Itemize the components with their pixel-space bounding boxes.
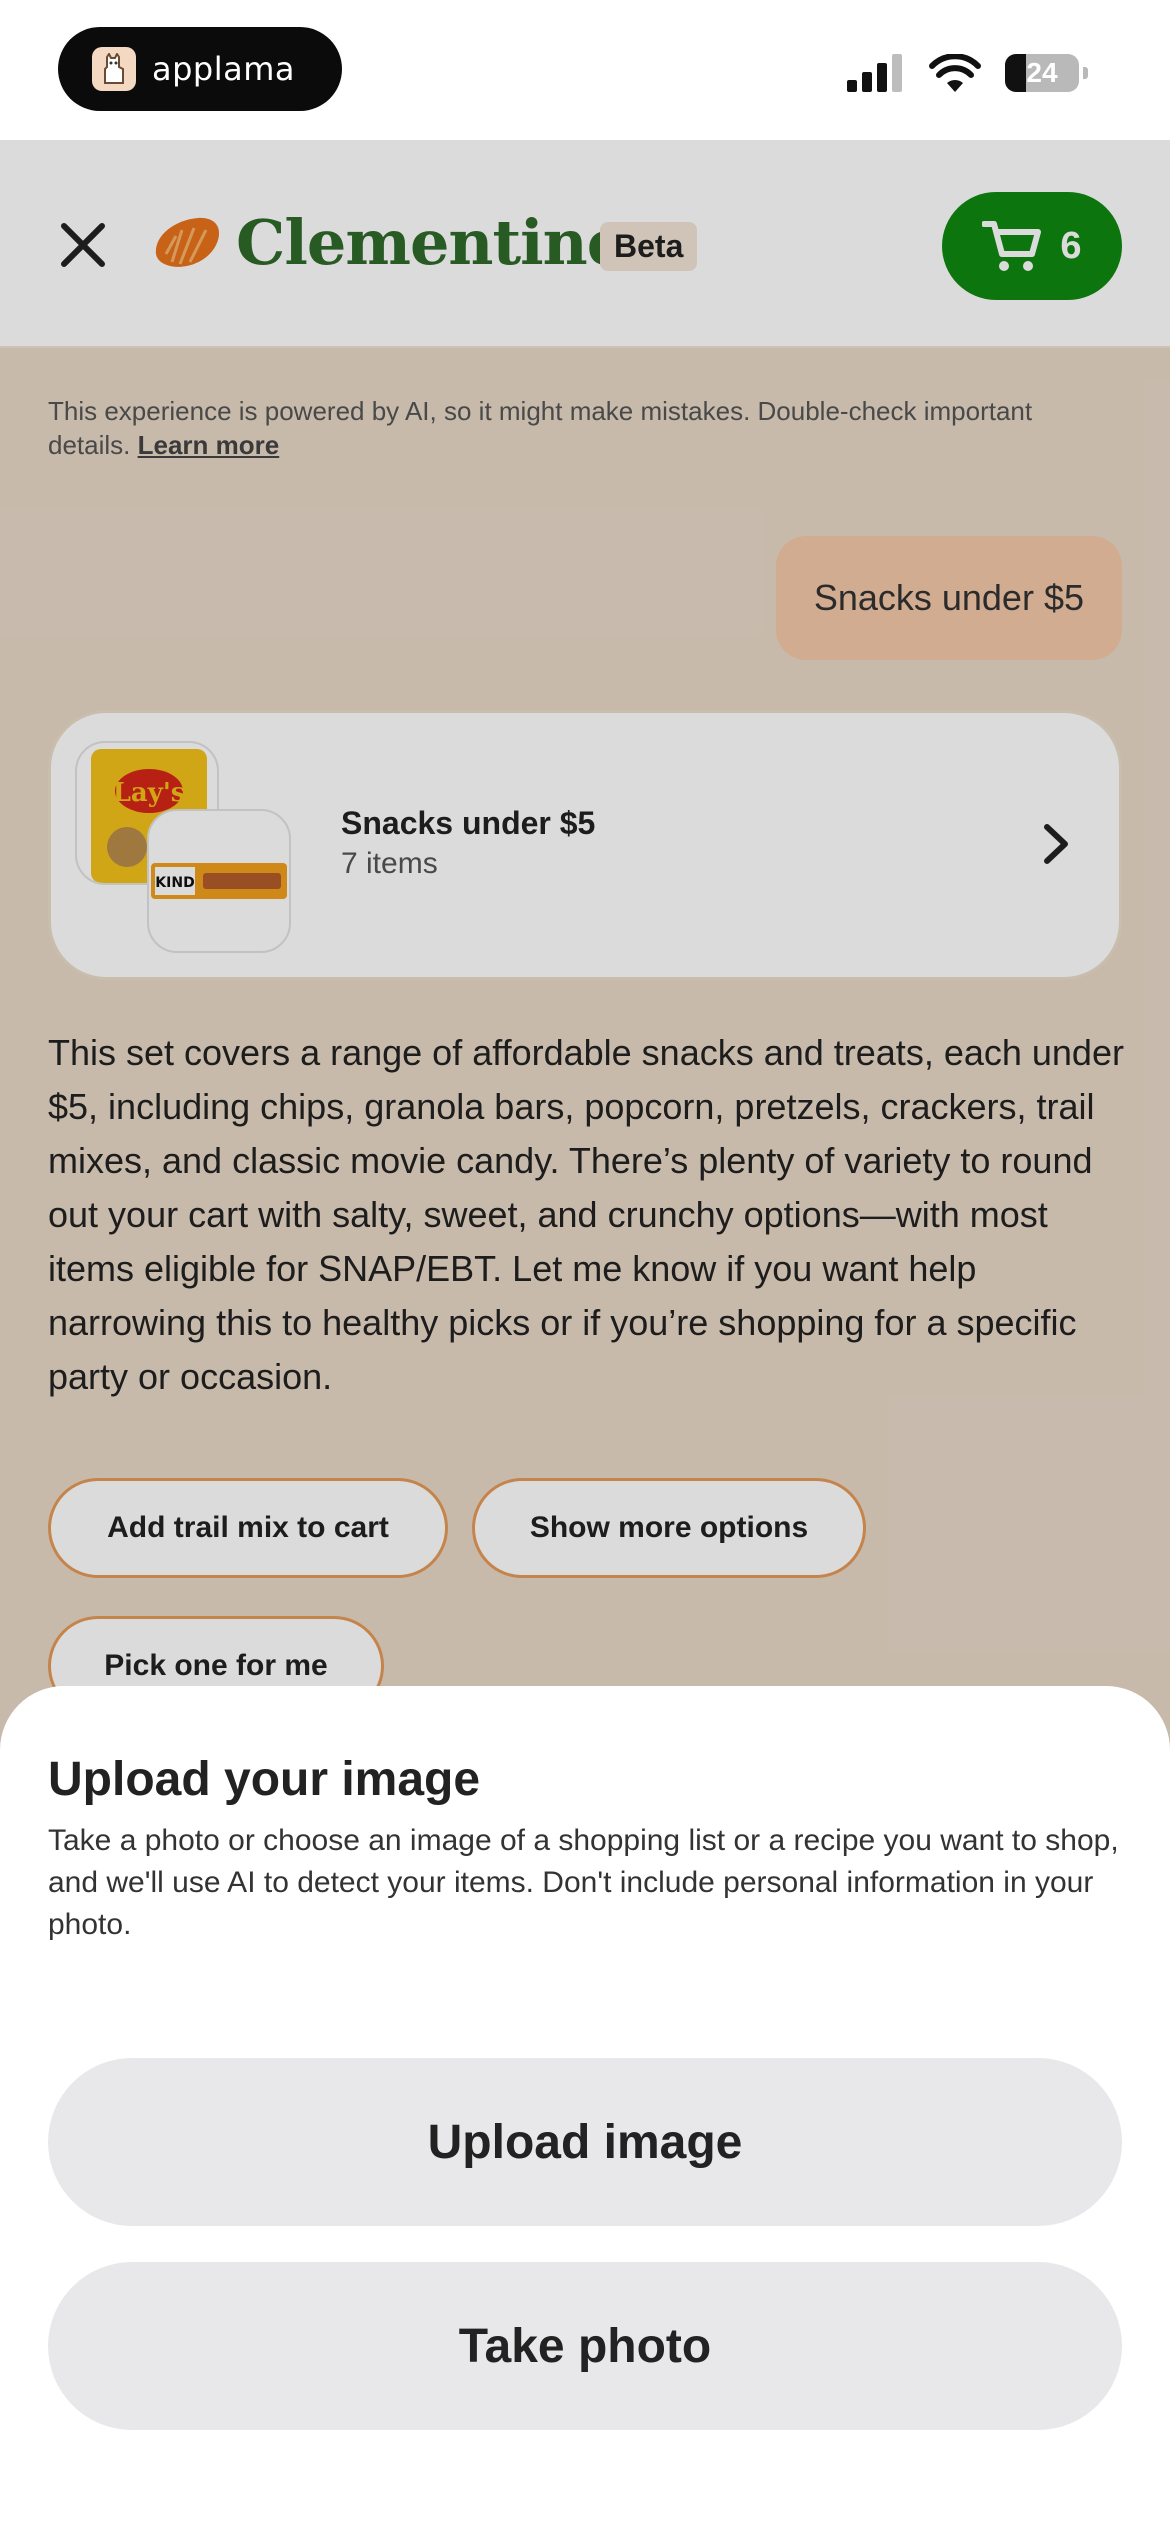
take-photo-button[interactable]: Take photo bbox=[48, 2262, 1122, 2430]
battery-level: 24 bbox=[1026, 57, 1058, 88]
sheet-description: Take a photo or choose an image of a sho… bbox=[48, 1824, 1119, 1941]
upload-image-sheet: Upload your image Take a photo or choose… bbox=[0, 1686, 1170, 2532]
wifi-icon bbox=[929, 54, 981, 92]
status-bar: applama 24 bbox=[0, 0, 1170, 140]
sheet-title: Upload your image bbox=[48, 1753, 481, 1806]
battery-icon: 24 bbox=[1005, 54, 1079, 92]
app-pill-label: applama bbox=[152, 50, 296, 88]
app-pill[interactable]: applama bbox=[58, 27, 342, 111]
signal-icon bbox=[847, 54, 902, 92]
upload-image-button[interactable]: Upload image bbox=[48, 2058, 1122, 2226]
llama-icon bbox=[92, 47, 136, 91]
